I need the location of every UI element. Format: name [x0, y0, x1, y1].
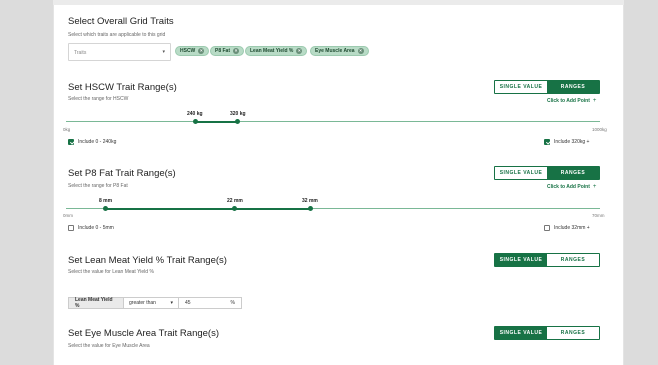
trait-chip-lean-meat-yield[interactable]: Lean Meat Yield % ×	[245, 46, 308, 56]
hscw-slider-handle[interactable]	[193, 119, 198, 124]
single-value-option[interactable]: SINGLE VALUE	[495, 81, 547, 93]
hscw-slider-handle[interactable]	[235, 119, 240, 124]
hscw-mode-toggle[interactable]: SINGLE VALUE RANGES	[494, 80, 600, 94]
p8-min-label: 0mm	[63, 213, 73, 218]
hscw-min-label: 0kg	[63, 127, 71, 132]
hscw-include-high-checkbox[interactable]	[544, 139, 550, 145]
lmy-value: 45	[185, 300, 191, 306]
p8-slider-handle[interactable]	[103, 206, 108, 211]
hscw-point-label: 240 kg	[187, 111, 203, 117]
ranges-option[interactable]: RANGES	[547, 167, 599, 179]
p8-section-title: Set P8 Fat Trait Range(s)	[68, 168, 176, 179]
ranges-option[interactable]: RANGES	[547, 81, 599, 93]
p8-include-low-label: Include 0 - 5mm	[78, 225, 114, 231]
trait-chip-label: Eye Muscle Area	[315, 48, 355, 54]
plus-icon: +	[592, 184, 597, 190]
p8-section-subtitle: Select the range for P8 Fat	[68, 183, 128, 189]
single-value-option[interactable]: SINGLE VALUE	[495, 327, 547, 339]
p8-point-label: 22 mm	[227, 198, 243, 204]
trait-chip-hscw[interactable]: HSCW ×	[175, 46, 210, 56]
single-value-option[interactable]: SINGLE VALUE	[495, 167, 547, 179]
p8-include-high-checkbox[interactable]	[544, 225, 550, 231]
single-value-option[interactable]: SINGLE VALUE	[495, 254, 547, 266]
traits-select[interactable]: Traits ▾	[68, 43, 171, 61]
add-point-label: Click to Add Point	[547, 184, 590, 190]
p8-include-low-checkbox[interactable]	[68, 225, 74, 231]
p8-include-high-label: Include 32mm +	[554, 225, 590, 231]
ranges-option[interactable]: RANGES	[547, 327, 599, 339]
p8-slider-handle[interactable]	[308, 206, 313, 211]
hscw-slider-track[interactable]	[66, 121, 600, 122]
chevron-down-icon: ▾	[162, 49, 165, 55]
ema-section-title: Set Eye Muscle Area Trait Range(s)	[68, 328, 220, 339]
trait-chip-label: P8 Fat	[215, 48, 231, 54]
lmy-comparator-select[interactable]: greater than ▾	[123, 298, 178, 308]
p8-point-label: 32 mm	[302, 198, 318, 204]
trait-chip-p8-fat[interactable]: P8 Fat ×	[210, 46, 245, 56]
remove-chip-icon[interactable]: ×	[296, 48, 303, 54]
lmy-comparator-value: greater than	[129, 300, 156, 306]
hscw-section-subtitle: Select the range for HSCW	[68, 96, 129, 102]
overall-traits-subtitle: Select which traits are applicable to th…	[68, 32, 166, 38]
lmy-value-row: Lean Meat Yield % greater than ▾ 45 %	[68, 297, 242, 309]
traits-select-placeholder: Traits	[74, 50, 87, 56]
p8-add-point[interactable]: Click to Add Point +	[547, 184, 596, 190]
lmy-mode-toggle[interactable]: SINGLE VALUE RANGES	[494, 253, 600, 267]
trait-chip-label: HSCW	[180, 48, 196, 54]
lmy-section-title: Set Lean Meat Yield % Trait Range(s)	[68, 255, 227, 266]
trait-chip-label: Lean Meat Yield %	[250, 48, 294, 54]
chevron-down-icon: ▾	[170, 300, 173, 306]
hscw-include-high-label: Include 320kg +	[554, 139, 590, 145]
p8-max-label: 70mm	[592, 213, 605, 218]
lmy-value-input[interactable]: 45 %	[178, 298, 241, 308]
add-point-label: Click to Add Point	[547, 98, 590, 104]
remove-chip-icon[interactable]: ×	[357, 48, 364, 54]
hscw-add-point[interactable]: Click to Add Point +	[547, 98, 596, 104]
hscw-include-low-label: Include 0 - 240kg	[78, 139, 117, 145]
plus-icon: +	[592, 98, 597, 104]
ranges-option[interactable]: RANGES	[547, 254, 599, 266]
ema-section-subtitle: Select the value for Eye Muscle Area	[68, 343, 150, 349]
lmy-section-subtitle: Select the value for Lean Meat Yield %	[68, 269, 154, 275]
p8-mode-toggle[interactable]: SINGLE VALUE RANGES	[494, 166, 600, 180]
lmy-unit: %	[230, 300, 235, 306]
hscw-section-title: Set HSCW Trait Range(s)	[68, 82, 177, 93]
p8-slider-handle[interactable]	[232, 206, 237, 211]
p8-point-label: 8 mm	[99, 198, 113, 204]
remove-chip-icon[interactable]: ×	[233, 48, 240, 54]
hscw-max-label: 1000kg	[592, 127, 607, 132]
hscw-include-low-checkbox[interactable]	[68, 139, 74, 145]
remove-chip-icon[interactable]: ×	[198, 48, 205, 54]
overall-traits-title: Select Overall Grid Traits	[68, 16, 174, 27]
p8-slider-range-fill	[105, 207, 311, 210]
lmy-field-label: Lean Meat Yield %	[69, 297, 123, 309]
ema-mode-toggle[interactable]: SINGLE VALUE RANGES	[494, 326, 600, 340]
trait-chip-eye-muscle-area[interactable]: Eye Muscle Area ×	[310, 46, 369, 56]
hscw-slider-range-fill	[195, 120, 238, 123]
hscw-point-label: 320 kg	[230, 111, 246, 117]
